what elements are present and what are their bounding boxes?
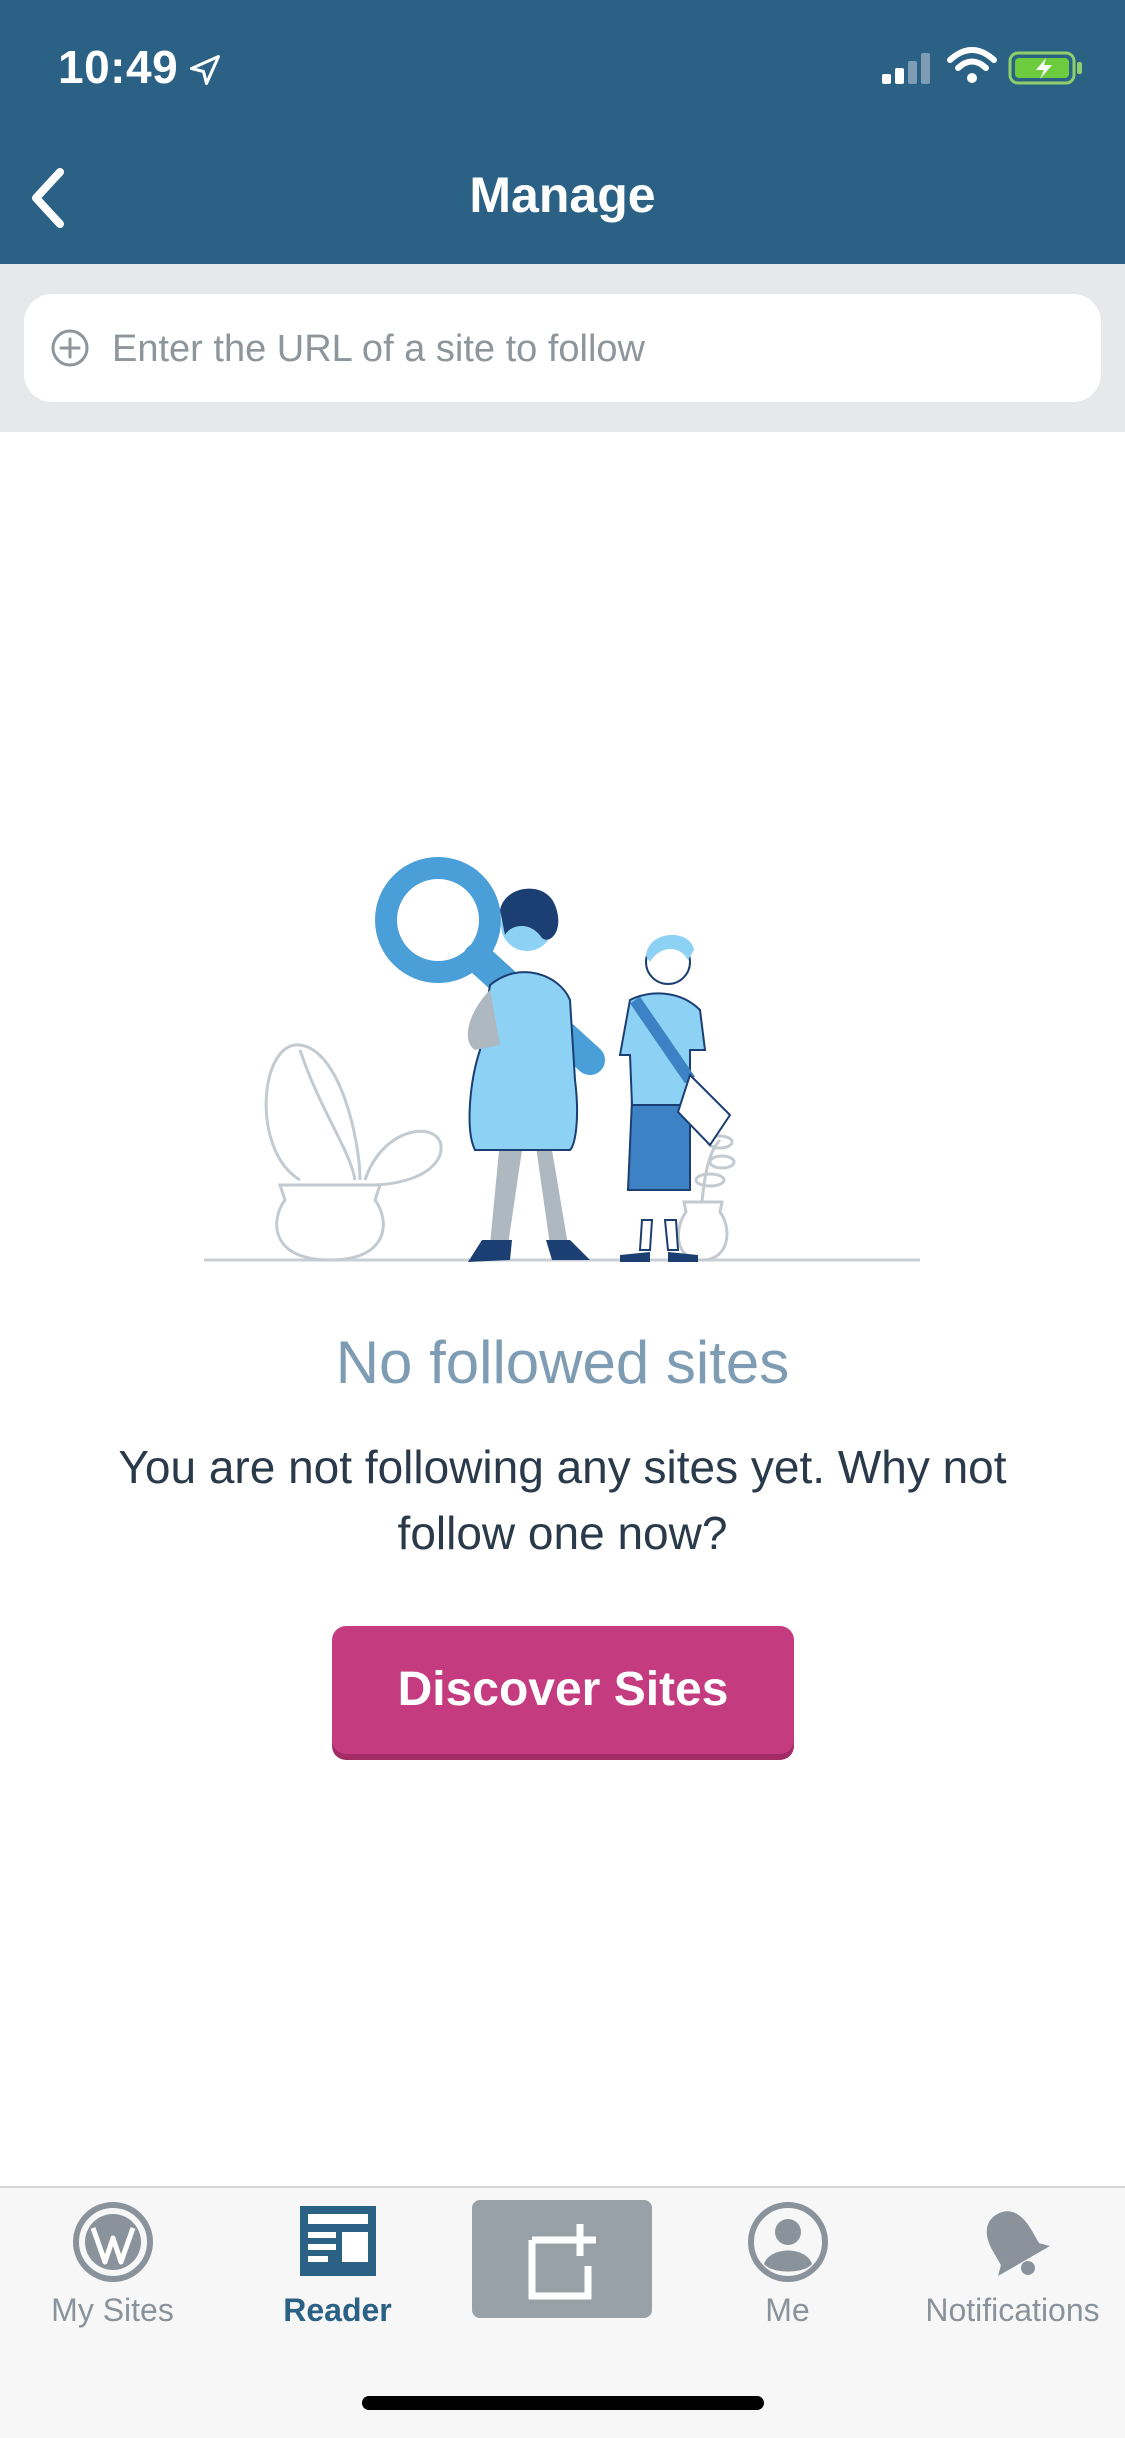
empty-state-illustration [204,857,920,1262]
tab-write-post[interactable] [472,2200,652,2318]
tab-label: Me [765,2292,810,2328]
reader-icon [299,2206,376,2276]
cellular-signal-icon [882,53,930,84]
bell-icon [986,2211,1050,2277]
wifi-icon [947,47,997,83]
tab-me[interactable]: Me [675,2200,900,2329]
plant-left [264,1043,443,1262]
add-circle-icon [51,329,89,367]
tab-reader[interactable]: Reader [225,2200,450,2329]
write-post-icon [528,2224,596,2300]
child-figure [618,934,732,1262]
battery-icon [1008,51,1082,85]
wordpress-icon [72,2202,153,2282]
tab-label: My Sites [51,2292,174,2328]
tab-my-sites[interactable]: My Sites [0,2200,225,2329]
tab-notifications[interactable]: Notifications [900,2200,1125,2329]
site-url-input[interactable] [110,316,1064,382]
location-arrow-icon [190,55,220,85]
discover-sites-button[interactable]: Discover Sites [332,1626,794,1754]
tab-label: Reader [283,2292,392,2328]
empty-state-description: You are not following any sites yet. Why… [118,1441,1007,1559]
tab-label: Notifications [925,2292,1100,2328]
person-icon [747,2202,828,2282]
status-time: 10:49 [58,41,179,93]
home-indicator [362,2396,764,2410]
empty-state-title: No followed sites [335,1329,790,1396]
page-title: Manage [469,167,656,223]
